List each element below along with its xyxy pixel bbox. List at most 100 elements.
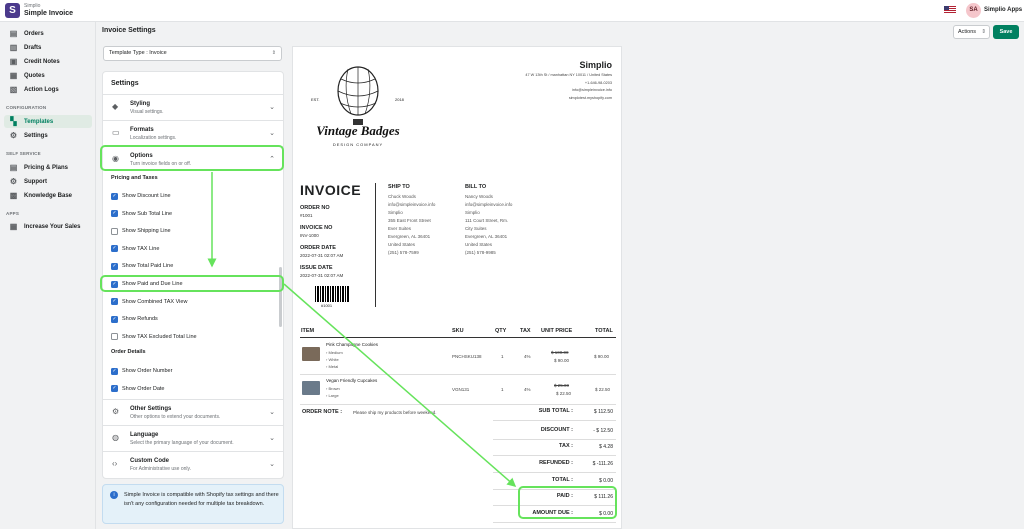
sidebar-item-pricing[interactable]: ▤ Pricing & Plans bbox=[4, 161, 92, 174]
info-icon: i bbox=[110, 491, 118, 499]
template-type-select[interactable]: Template Type : Invoice ⇕ bbox=[103, 46, 282, 61]
sidebar-item-quotes[interactable]: ▦ Quotes bbox=[4, 69, 92, 82]
chevron-down-icon: ⌄ bbox=[269, 435, 275, 442]
checkbox-label: Show Order Date bbox=[122, 385, 165, 392]
vintage-badges-logo: EST. 2018 Vintage Badges DESIGN COMPANY bbox=[311, 66, 405, 147]
gears-icon: ⚙ bbox=[112, 407, 120, 416]
barcode-number: #1001 bbox=[321, 303, 333, 308]
accordion-styling[interactable]: ◆ Styling Visual settings. ⌄ bbox=[103, 94, 283, 120]
paid-amount-highlight bbox=[518, 486, 617, 519]
accordion-custom-code[interactable]: ‹› Custom Code For Administrative use on… bbox=[103, 451, 283, 477]
issue-date-label: ISSUE DATE bbox=[300, 265, 333, 271]
knowledge-icon: ▩ bbox=[9, 191, 18, 200]
invoice-title: INVOICE bbox=[300, 182, 362, 198]
product-image bbox=[302, 381, 320, 395]
svg-text:EST.: EST. bbox=[311, 97, 319, 102]
checkbox-label: Show Total Paid Line bbox=[122, 263, 174, 270]
total-value: $ 4.28 bbox=[599, 444, 613, 450]
invoice-no-value: INV-1000 bbox=[300, 233, 319, 238]
page-title: Invoice Settings bbox=[102, 27, 156, 34]
checkbox-checked-icon[interactable]: ✓ bbox=[111, 315, 118, 323]
sales-icon: ▦ bbox=[9, 222, 18, 231]
actions-dropdown[interactable]: Actions ⇕ bbox=[953, 25, 990, 39]
info-banner-text: Simple Invoice is compatible with Shopif… bbox=[124, 492, 279, 507]
order-date-label: ORDER DATE bbox=[300, 245, 336, 251]
svg-text:DESIGN COMPANY: DESIGN COMPANY bbox=[333, 142, 383, 147]
chevron-down-icon: ⌄ bbox=[269, 130, 275, 137]
checkbox-show-order-number[interactable]: ✓ Show Order Number bbox=[111, 366, 172, 376]
app-vendor: Simplio bbox=[24, 3, 41, 9]
chevron-down-icon: ⌄ bbox=[269, 461, 275, 468]
checkbox-checked-icon[interactable]: ✓ bbox=[111, 262, 118, 270]
section-configuration: CONFIGURATION bbox=[6, 105, 47, 110]
checkbox-label: Show TAX Excluded Total Line bbox=[122, 333, 197, 340]
checkbox-checked-icon[interactable]: ✓ bbox=[111, 367, 118, 375]
checkbox-checked-icon[interactable]: ✓ bbox=[111, 210, 118, 218]
col-tax: TAX bbox=[520, 328, 531, 334]
checkbox-label: Show TAX Line bbox=[122, 245, 160, 252]
sidebar-item-knowledge-base[interactable]: ▩ Knowledge Base bbox=[4, 189, 92, 202]
orders-icon: ▤ bbox=[9, 29, 18, 38]
chevron-updown-icon: ⇕ bbox=[981, 29, 986, 35]
checkbox-checked-icon[interactable]: ✓ bbox=[111, 298, 118, 306]
order-no-label: ORDER NO bbox=[300, 205, 330, 211]
us-flag-icon[interactable] bbox=[944, 6, 956, 14]
total-label: SUB TOTAL : bbox=[538, 408, 573, 414]
checkbox-show-combined-tax-view[interactable]: ✓ Show Combined TAX View bbox=[111, 297, 187, 307]
col-unit-price: UNIT PRICE bbox=[541, 328, 573, 334]
pricing-taxes-heading: Pricing and Taxes bbox=[111, 175, 158, 181]
order-note-label: ORDER NOTE : bbox=[302, 409, 343, 415]
checkbox-show-sub-total-line[interactable]: ✓ Show Sub Total Line bbox=[111, 209, 172, 219]
checkbox-checked-icon[interactable]: ✓ bbox=[111, 245, 118, 253]
product-image bbox=[302, 347, 320, 361]
total-label: REFUNDED : bbox=[539, 460, 573, 466]
sidebar-item-orders[interactable]: ▤ Orders bbox=[4, 27, 92, 40]
barcode bbox=[315, 286, 349, 302]
accordion-other-settings[interactable]: ⚙ Other Settings Other options to extend… bbox=[103, 399, 283, 425]
checkbox-show-refunds[interactable]: ✓ Show Refunds bbox=[111, 314, 158, 324]
sidebar-item-templates[interactable]: ▚ Templates bbox=[4, 115, 92, 128]
options-highlight bbox=[100, 145, 284, 171]
checkbox-label: Show Order Number bbox=[122, 368, 173, 374]
checkbox-unchecked-icon[interactable] bbox=[111, 227, 118, 235]
sidebar-item-drafts[interactable]: ▥ Drafts bbox=[4, 41, 92, 54]
ship-to-address: Chuck Woods info@simpleinvoice.info Simp… bbox=[388, 194, 436, 255]
chevron-down-icon: ⌄ bbox=[269, 409, 275, 416]
sidebar-item-action-logs[interactable]: ▧ Action Logs bbox=[4, 83, 92, 96]
support-icon: ⚙ bbox=[9, 177, 18, 186]
checkbox-show-tax-excluded-total-line[interactable]: Show TAX Excluded Total Line bbox=[111, 332, 197, 342]
col-qty: QTY bbox=[495, 328, 507, 334]
account-name[interactable]: Simplio Apps bbox=[984, 7, 1022, 13]
checkbox-checked-icon[interactable]: ✓ bbox=[111, 192, 118, 200]
sidebar-item-credit-notes[interactable]: ▣ Credit Notes bbox=[4, 55, 92, 68]
accordion-language[interactable]: ◍ Language Select the primary language o… bbox=[103, 425, 283, 451]
checkbox-show-shipping-line[interactable]: Show Shipping Line bbox=[111, 226, 171, 236]
avatar[interactable]: SA bbox=[966, 3, 981, 18]
credit-notes-icon: ▣ bbox=[9, 57, 18, 66]
invoice-no-label: INVOICE NO bbox=[300, 225, 333, 231]
drafts-icon: ▥ bbox=[9, 43, 18, 52]
app-name[interactable]: Simple Invoice bbox=[24, 10, 73, 17]
save-button[interactable]: Save bbox=[993, 25, 1019, 39]
paint-bucket-icon: ◆ bbox=[112, 102, 119, 111]
sidebar-item-increase-sales[interactable]: ▦ Increase Your Sales bbox=[4, 220, 92, 233]
total-value: $ -111.26 bbox=[592, 461, 613, 467]
checkbox-checked-icon[interactable]: ✓ bbox=[111, 385, 118, 392]
order-no-value: #1001 bbox=[300, 213, 313, 218]
sidebar-item-settings[interactable]: ⚙ Settings bbox=[4, 129, 92, 142]
bill-to-address: Nancy Woods info@simpleinvoice.info Simp… bbox=[465, 194, 513, 255]
order-details-heading: Order Details bbox=[111, 349, 146, 355]
action-logs-icon: ▧ bbox=[9, 85, 18, 94]
paid-due-highlight bbox=[100, 275, 284, 292]
checkbox-unchecked-icon[interactable] bbox=[111, 333, 118, 341]
accordion-formats[interactable]: ▭ Formats Localization settings. ⌄ bbox=[103, 120, 283, 146]
checkbox-show-discount-line[interactable]: ✓ Show Discount Line bbox=[111, 191, 171, 201]
sidebar-item-support[interactable]: ⚙ Support bbox=[4, 175, 92, 188]
order-note-value: Please ship my products before weekend. bbox=[353, 410, 437, 415]
checkbox-show-order-date[interactable]: ✓ Show Order Date bbox=[111, 384, 165, 394]
info-banner: i Simple Invoice is compatible with Shop… bbox=[102, 484, 284, 524]
checkbox-show-total-paid-line[interactable]: ✓ Show Total Paid Line bbox=[111, 261, 173, 271]
svg-text:Vintage Badges: Vintage Badges bbox=[316, 123, 399, 138]
app-logo[interactable]: S bbox=[5, 3, 20, 18]
checkbox-show-tax-line[interactable]: ✓ Show TAX Line bbox=[111, 244, 159, 254]
